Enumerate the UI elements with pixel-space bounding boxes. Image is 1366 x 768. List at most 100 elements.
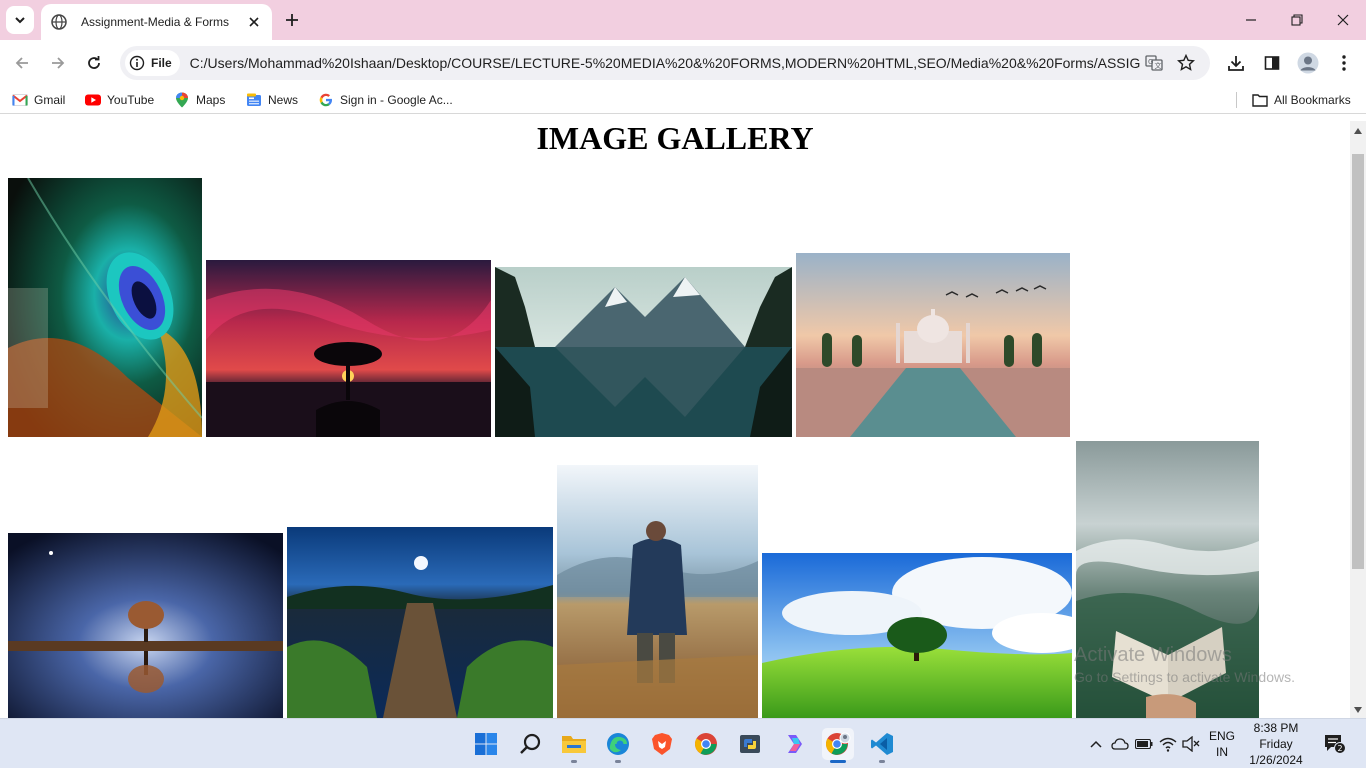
youtube-icon	[85, 92, 101, 108]
gallery-image-taj-mahal	[796, 253, 1070, 437]
volume-muted-icon[interactable]	[1181, 734, 1201, 754]
gallery-image-man-in-field	[557, 465, 758, 718]
bookmarks-divider	[1236, 92, 1237, 108]
bookmark-label: News	[268, 93, 299, 107]
edge-icon[interactable]	[602, 728, 634, 763]
news-icon	[246, 92, 262, 108]
battery-icon[interactable]	[1134, 734, 1154, 754]
tab-strip: Assignment-Media & Forms	[0, 0, 1366, 40]
page-scrollbar[interactable]	[1350, 121, 1366, 718]
chrome-icon[interactable]	[690, 728, 722, 760]
running-indicator	[879, 760, 885, 763]
onedrive-sync-icon[interactable]	[1110, 734, 1130, 754]
copilot-icon[interactable]	[778, 728, 810, 760]
bookmark-label: YouTube	[107, 93, 155, 107]
page-viewport: IMAGE GALLERY	[0, 121, 1350, 718]
brave-icon[interactable]	[646, 728, 678, 760]
gallery-image-mountain-lake	[495, 267, 792, 437]
minimize-icon	[1246, 19, 1256, 21]
url-text[interactable]: C:/Users/Mohammad%20Ishaan/Desktop/COURS…	[190, 55, 1140, 71]
back-button[interactable]	[8, 49, 36, 77]
translate-icon[interactable]: G文	[1144, 53, 1164, 73]
tab-search-button[interactable]	[6, 6, 34, 34]
download-icon[interactable]	[1224, 51, 1248, 75]
gallery-image-book-misty-forest	[1076, 441, 1259, 718]
bookmark-label: Maps	[196, 93, 226, 107]
globe-icon	[51, 14, 67, 30]
input-language-indicator[interactable]: ENG IN	[1208, 728, 1236, 760]
language-code: ENG	[1208, 729, 1235, 743]
side-panel-icon[interactable]	[1260, 51, 1284, 75]
arrow-right-icon	[52, 57, 65, 69]
file-explorer-icon[interactable]	[558, 728, 590, 763]
svg-text:G: G	[1148, 58, 1153, 66]
close-tab-icon[interactable]	[246, 14, 262, 30]
bookmark-news[interactable]: News	[246, 91, 298, 109]
address-bar[interactable]: File C:/Users/Mohammad%20Ishaan/Desktop/…	[120, 46, 1210, 80]
folder-icon	[1252, 92, 1268, 108]
all-bookmarks-label: All Bookmarks	[1274, 93, 1351, 107]
clock-time: 8:38 PM	[1253, 721, 1299, 735]
bookmark-label: Sign in - Google Ac...	[340, 93, 453, 107]
clock-date: 1/26/2024	[1249, 753, 1303, 767]
clock-day: Friday	[1259, 737, 1293, 751]
gallery-image-sunset-tree	[206, 260, 491, 437]
minimize-button[interactable]	[1228, 0, 1274, 40]
profile-avatar[interactable]	[1296, 51, 1320, 75]
system-clock[interactable]: 8:38 PM Friday 1/26/2024	[1242, 720, 1310, 768]
close-window-button[interactable]	[1320, 0, 1366, 40]
windows-taskbar: ENG IN 8:38 PM Friday 1/26/2024 2	[0, 718, 1366, 768]
maps-icon	[174, 92, 190, 108]
chevron-up-icon[interactable]	[1086, 734, 1106, 754]
new-tab-button[interactable]	[281, 9, 303, 31]
gallery-image-lake-pier	[287, 527, 553, 718]
wifi-icon[interactable]	[1158, 734, 1178, 754]
scrollbar-thumb[interactable]	[1352, 154, 1364, 569]
language-region: IN	[1216, 745, 1228, 759]
gmail-icon	[12, 92, 28, 108]
arrow-left-icon	[15, 57, 28, 69]
gallery-image-peacock-feather	[8, 178, 202, 437]
start-icon[interactable]	[470, 728, 502, 760]
bookmark-maps[interactable]: Maps	[174, 91, 225, 109]
notification-icon: 2	[1325, 735, 1346, 754]
reload-button[interactable]	[80, 49, 108, 77]
forward-button[interactable]	[44, 49, 72, 77]
google-icon	[318, 92, 334, 108]
chevron-down-icon	[15, 17, 25, 24]
plus-icon	[286, 14, 298, 26]
tab-title: Assignment-Media & Forms	[81, 15, 230, 29]
site-chip-label: File	[151, 56, 172, 70]
info-icon	[129, 55, 145, 71]
kebab-menu-icon[interactable]	[1332, 51, 1356, 75]
bookmark-youtube[interactable]: YouTube	[85, 91, 154, 109]
vscode-icon[interactable]	[866, 728, 898, 763]
search-icon[interactable]	[514, 728, 546, 760]
page-title: IMAGE GALLERY	[536, 121, 814, 156]
bookmark-star-icon[interactable]	[1176, 53, 1196, 73]
reload-icon	[88, 56, 100, 69]
gallery-image-green-hill-tree	[762, 553, 1072, 718]
running-indicator	[615, 760, 621, 763]
svg-text:2: 2	[1337, 744, 1342, 753]
chrome-profile-icon[interactable]	[822, 728, 854, 763]
all-bookmarks-button[interactable]: All Bookmarks	[1252, 91, 1351, 109]
bookmark-label: Gmail	[34, 93, 66, 107]
active-tab[interactable]: Assignment-Media & Forms	[41, 4, 272, 40]
active-app-indicator	[830, 760, 846, 763]
browser-toolbar: File C:/Users/Mohammad%20Ishaan/Desktop/…	[0, 40, 1366, 86]
scroll-down-arrow-icon[interactable]	[1350, 702, 1366, 718]
site-info-chip[interactable]: File	[125, 50, 180, 76]
bookmarks-bar: Gmail YouTube Maps News Sign in - Google…	[0, 86, 1366, 114]
bookmark-gmail[interactable]: Gmail	[12, 91, 65, 109]
svg-text:文: 文	[1155, 61, 1162, 70]
bookmark-google-signin[interactable]: Sign in - Google Ac...	[318, 91, 453, 109]
python-idle-icon[interactable]	[734, 728, 766, 760]
notification-center-button[interactable]: 2	[1322, 733, 1348, 755]
close-icon	[1337, 14, 1349, 26]
running-indicator	[571, 760, 577, 763]
scroll-up-arrow-icon[interactable]	[1350, 123, 1366, 139]
restore-button[interactable]	[1274, 0, 1320, 40]
gallery-image-night-tree	[8, 533, 283, 718]
restore-icon	[1291, 14, 1303, 26]
